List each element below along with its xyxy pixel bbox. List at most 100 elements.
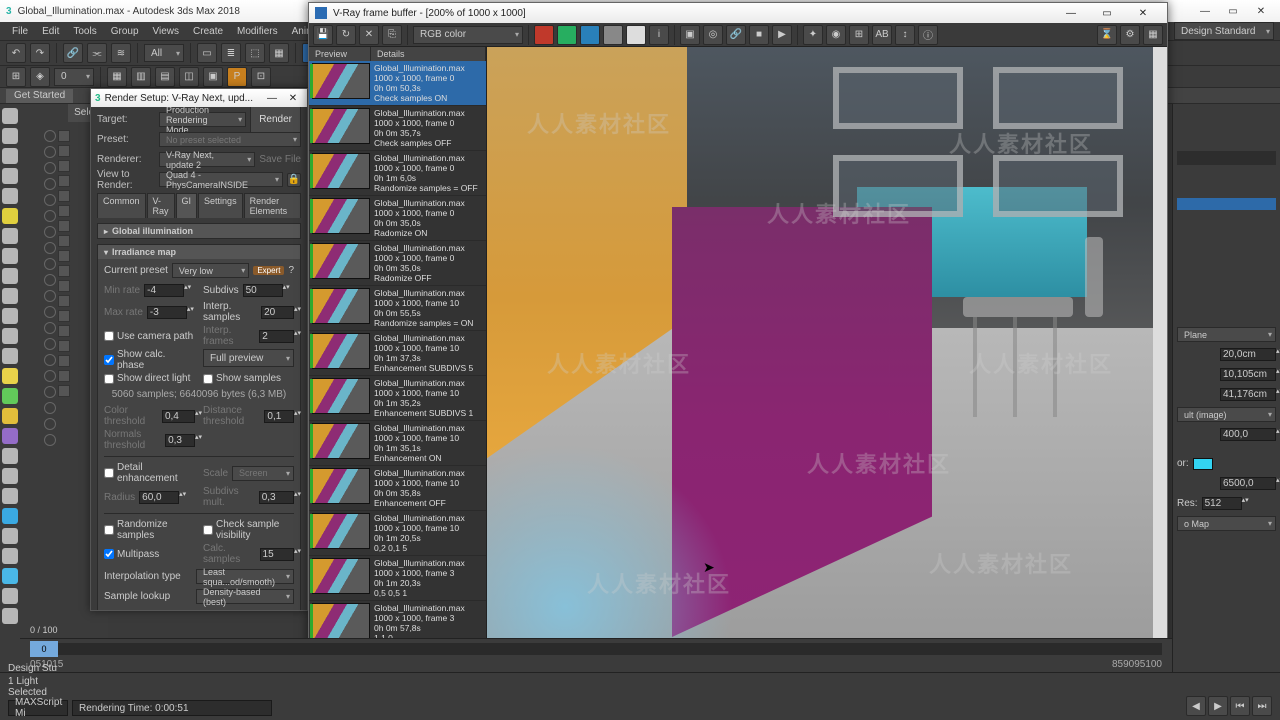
left-tool-icon[interactable] <box>2 528 18 544</box>
frame-input[interactable]: 0 <box>54 68 94 86</box>
render-canvas[interactable]: ➤ 人人素材社区 人人素材社区 人人素材社区 人人素材社区 人人素材社区 人人素… <box>487 47 1153 671</box>
link-button[interactable]: 🔗 <box>63 43 83 63</box>
vfb-scrollbar-vertical[interactable] <box>1153 47 1167 671</box>
left-tool-icon[interactable] <box>2 228 18 244</box>
tool-icon[interactable] <box>58 220 70 232</box>
tool-icon[interactable] <box>58 145 70 157</box>
vfb-copy-button[interactable]: ⎘ <box>382 25 402 45</box>
tool-icon[interactable] <box>58 355 70 367</box>
savefile-label[interactable]: Save File <box>259 154 301 165</box>
vfb-max-button[interactable]: ▭ <box>1089 4 1125 22</box>
left-tool-icon[interactable] <box>2 388 18 404</box>
tool-icon[interactable] <box>58 175 70 187</box>
restore-button[interactable]: ▭ <box>1220 2 1246 20</box>
tool-icon[interactable] <box>58 160 70 172</box>
tool-icon[interactable] <box>58 250 70 262</box>
history-item[interactable]: Global_Illumination.max 1000 x 1000, fra… <box>309 196 486 241</box>
eye-icon[interactable] <box>44 226 56 238</box>
param3-input[interactable]: 41,176cm <box>1220 388 1276 401</box>
vfb-channel-dropdown[interactable]: RGB color <box>413 26 523 44</box>
left-tool-icon[interactable] <box>2 488 18 504</box>
randomize-checkbox[interactable] <box>104 525 114 535</box>
show-calc-checkbox[interactable] <box>104 355 114 365</box>
history-col-preview[interactable]: Preview <box>309 47 371 61</box>
tab-getstarted[interactable]: Get Started <box>6 89 73 103</box>
sec-btn-1[interactable]: ⊞ <box>6 67 26 87</box>
interp-samples-input[interactable]: 20 <box>261 306 294 319</box>
eye-icon[interactable] <box>44 130 56 142</box>
sec-btn-6[interactable]: ◫ <box>179 67 199 87</box>
vfb-red-channel[interactable] <box>534 25 554 45</box>
vfb-x-button[interactable]: ✕ <box>359 25 379 45</box>
left-tool-icon[interactable] <box>2 448 18 464</box>
menu-group[interactable]: Group <box>105 26 145 37</box>
menu-views[interactable]: Views <box>147 26 186 37</box>
history-item[interactable]: Global_Illumination.max 1000 x 1000, fra… <box>309 556 486 601</box>
tool-icon[interactable] <box>58 190 70 202</box>
left-tool-icon[interactable] <box>2 188 18 204</box>
show-samples-checkbox[interactable] <box>203 374 213 384</box>
history-col-details[interactable]: Details <box>371 47 486 61</box>
vfb-info-button[interactable]: ⓘ <box>918 25 938 45</box>
selection-filter[interactable]: All <box>144 44 184 62</box>
rs-min-button[interactable]: — <box>262 91 282 105</box>
tab-render-elements[interactable]: Render Elements <box>244 193 301 218</box>
minrate-input[interactable]: -4 <box>144 284 184 297</box>
eye-icon[interactable] <box>44 242 56 254</box>
tool-icon[interactable] <box>58 325 70 337</box>
eye-icon[interactable] <box>44 162 56 174</box>
undo-button[interactable]: ↶ <box>6 43 26 63</box>
eye-icon[interactable] <box>44 178 56 190</box>
eye-icon[interactable] <box>44 418 56 430</box>
renderer-dropdown[interactable]: V-Ray Next, update 2 <box>159 152 255 167</box>
left-tool-icon[interactable] <box>2 328 18 344</box>
view-dropdown[interactable]: Quad 4 - PhysCameraINSIDE <box>159 172 283 187</box>
unlink-button[interactable]: ⫘ <box>87 43 107 63</box>
bind-button[interactable]: ≋ <box>111 43 131 63</box>
eye-icon[interactable] <box>44 290 56 302</box>
left-tool-icon[interactable] <box>2 408 18 424</box>
time-track[interactable]: 0 <box>30 643 1162 655</box>
left-tool-icon[interactable] <box>2 248 18 264</box>
nav-btn-4[interactable]: ⏭ <box>1252 696 1272 716</box>
res-input[interactable]: 512 <box>1202 497 1242 510</box>
left-tool-icon[interactable] <box>2 208 18 224</box>
vfb-region-button[interactable]: ▣ <box>680 25 700 45</box>
vfb-cc-button[interactable]: ✦ <box>803 25 823 45</box>
eye-icon[interactable] <box>44 322 56 334</box>
param1-input[interactable]: 20,0cm <box>1220 348 1276 361</box>
left-tool-icon[interactable] <box>2 268 18 284</box>
name-input[interactable] <box>1177 151 1276 165</box>
vfb-link-button[interactable]: 🔗 <box>726 25 746 45</box>
left-tool-icon[interactable] <box>2 608 18 624</box>
left-tool-icon[interactable] <box>2 128 18 144</box>
vfb-trackmouse-button[interactable]: ◎ <box>703 25 723 45</box>
vfb-stop-button[interactable]: ■ <box>749 25 769 45</box>
tab-gi[interactable]: GI <box>176 193 198 218</box>
tool-icon[interactable] <box>58 370 70 382</box>
rollout-gi-header[interactable]: Global illumination <box>98 224 300 238</box>
eye-icon[interactable] <box>44 338 56 350</box>
left-tool-icon[interactable] <box>2 308 18 324</box>
tool-icon[interactable] <box>58 280 70 292</box>
vfb-pixel-button[interactable]: ⊞ <box>849 25 869 45</box>
tool-icon[interactable] <box>58 265 70 277</box>
vfb-titlebar[interactable]: V-Ray frame buffer - [200% of 1000 x 100… <box>309 3 1167 23</box>
left-tool-icon[interactable] <box>2 568 18 584</box>
expand-button[interactable]: ? <box>288 265 294 276</box>
left-tool-icon[interactable] <box>2 508 18 524</box>
vfb-blue-channel[interactable] <box>580 25 600 45</box>
vfb-dock-button[interactable]: ▦ <box>1143 25 1163 45</box>
left-tool-icon[interactable] <box>2 548 18 564</box>
sec-btn-7[interactable]: ▣ <box>203 67 223 87</box>
eye-icon[interactable] <box>44 210 56 222</box>
history-item[interactable]: Global_Illumination.max 1000 x 1000, fra… <box>309 241 486 286</box>
workspace-dropdown[interactable]: Design Standard <box>1174 22 1274 40</box>
interp-type-dropdown[interactable]: Least squa...od/smooth) <box>196 569 294 584</box>
rect-region-button[interactable]: ⬚ <box>245 43 265 63</box>
tool-icon[interactable] <box>58 340 70 352</box>
vray-frame-buffer-window[interactable]: V-Ray frame buffer - [200% of 1000 x 100… <box>308 2 1168 706</box>
vfb-clamp-button[interactable]: ↕ <box>895 25 915 45</box>
redo-button[interactable]: ↷ <box>30 43 50 63</box>
menu-modifiers[interactable]: Modifiers <box>231 26 284 37</box>
